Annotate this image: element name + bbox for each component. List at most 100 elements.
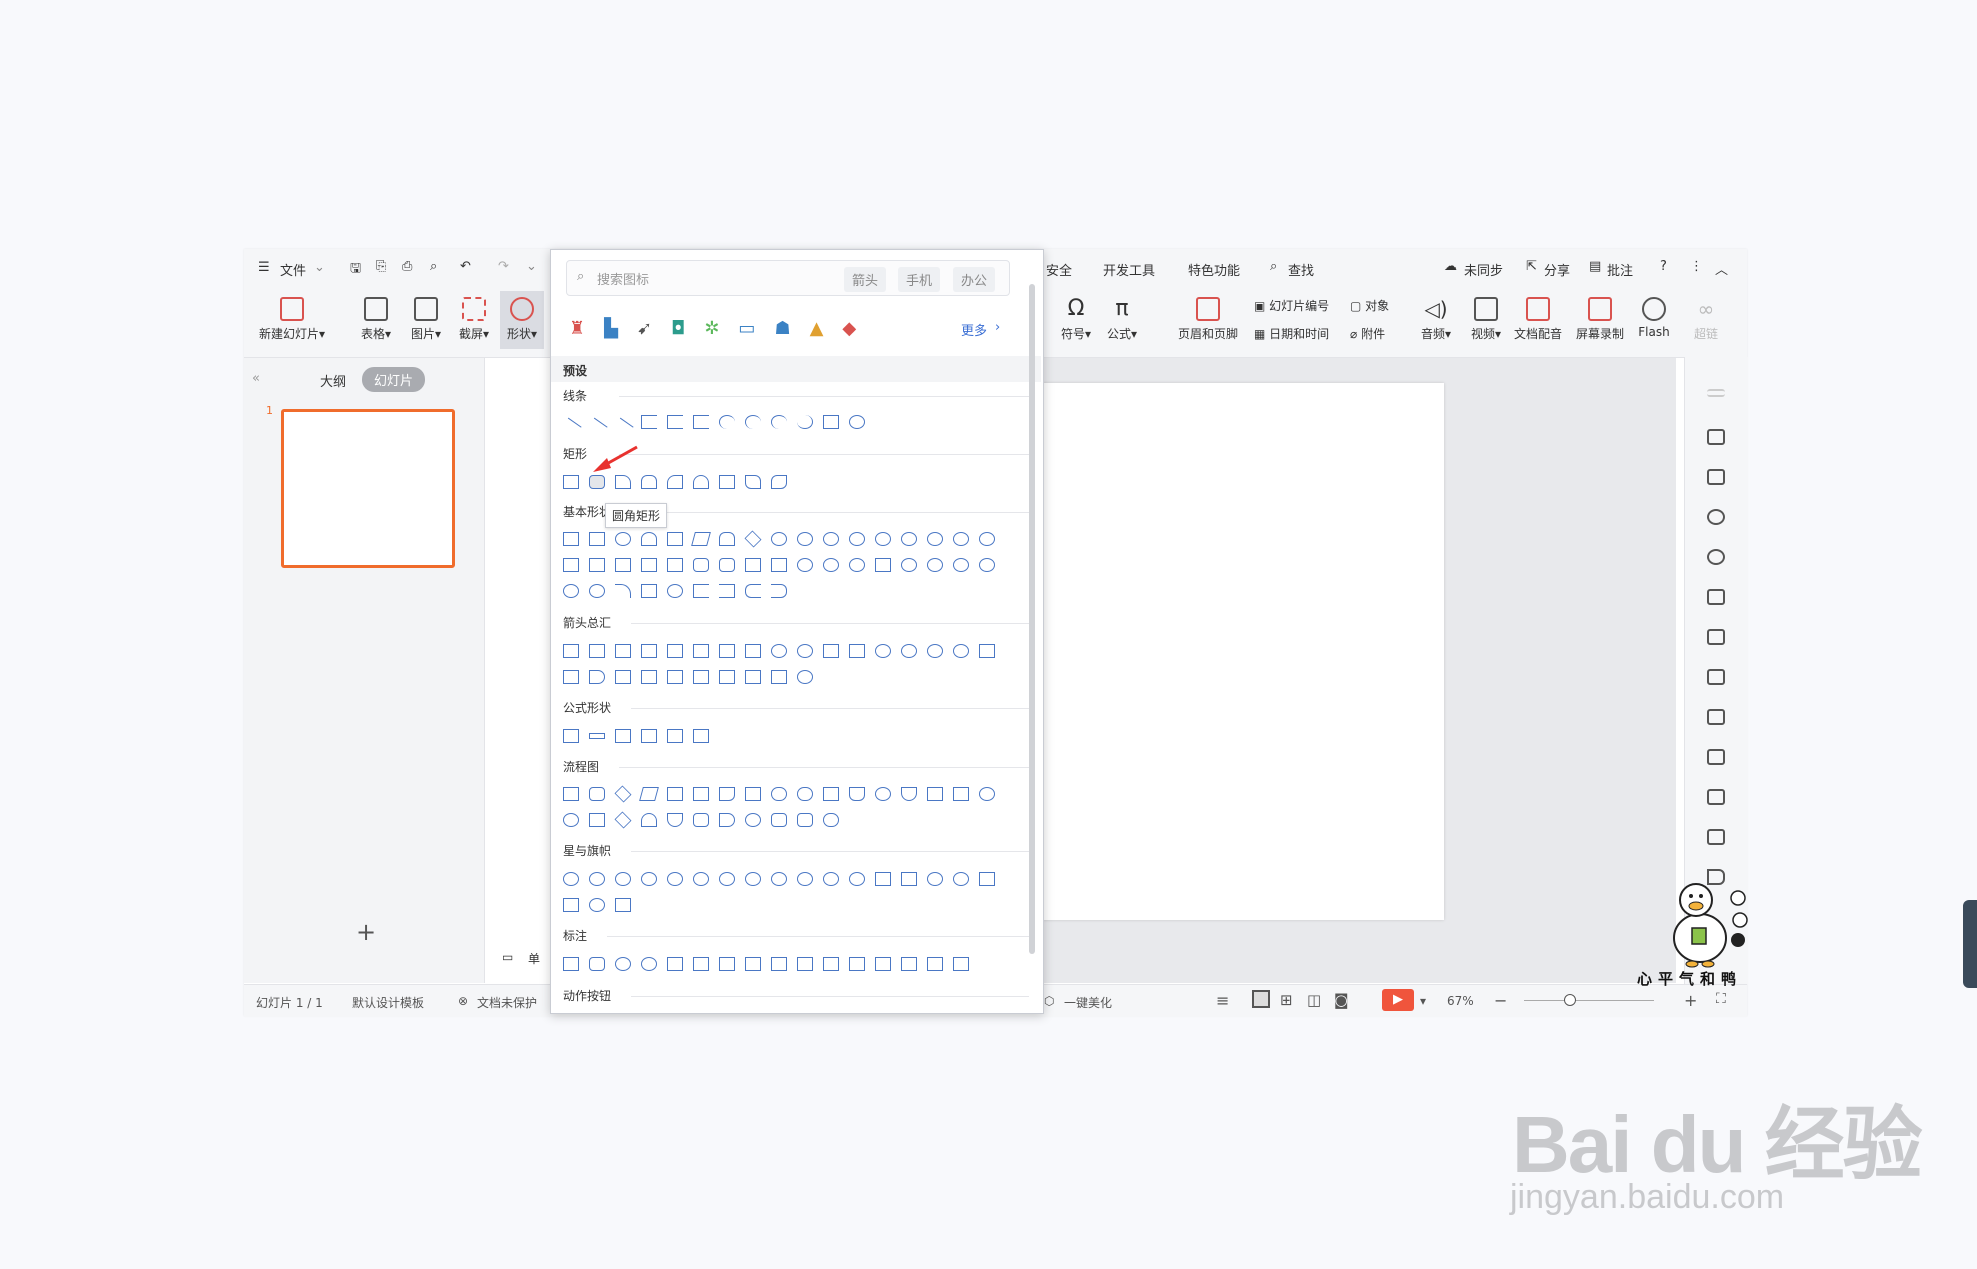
shape-line-callout-4[interactable] [745,957,761,971]
redo-icon[interactable]: ↷ [498,259,509,274]
shape-curve-arrow[interactable] [745,415,761,429]
shape-accent-callout-3[interactable] [823,957,839,971]
shape-up-arrow[interactable] [615,644,631,658]
attachment-button[interactable]: ⌀ 附件 [1350,325,1385,342]
shape-wave[interactable] [589,898,605,912]
shape-32-point-star[interactable] [849,872,865,886]
shape-oval[interactable] [615,532,631,546]
shape-predefined-process[interactable] [667,787,683,801]
help-icon[interactable]: ? [1660,259,1667,274]
view-menu-icon[interactable]: ≡ [1216,991,1229,1010]
shape-accent-callout-1[interactable] [771,957,787,971]
shape-decagon[interactable] [875,532,891,546]
shape-arrow-line[interactable] [586,417,608,439]
building-icon[interactable]: ▙ [604,318,618,339]
shape-right-arrow[interactable] [563,644,579,658]
screenshot-button[interactable]: 截屏▾ [452,297,496,342]
shape-double-brace[interactable] [667,584,683,598]
shape-half-frame[interactable] [589,558,605,572]
shape-rectangle[interactable] [563,475,579,489]
fill-icon[interactable] [1707,589,1725,605]
transition-icon[interactable] [1707,469,1725,485]
shape-line[interactable] [560,417,582,439]
shape-left-right-arrow[interactable] [667,644,683,658]
shape-down-arrow-callout[interactable] [719,670,735,684]
shape-off-page-connector[interactable] [901,787,917,801]
menu-file[interactable]: 文件 [280,260,306,279]
shape-8-point-star[interactable] [719,872,735,886]
shape-24-point-star[interactable] [823,872,839,886]
shape-rounded-rectangle[interactable] [589,475,605,489]
tab-developer[interactable]: 开发工具 [1103,260,1155,279]
hyperlink-button[interactable]: ∞ 超链 [1690,297,1722,342]
shape-manual-operation[interactable] [849,787,865,801]
fit-window-icon[interactable]: ⛶ [1716,991,1726,1007]
tag-arrow[interactable]: 箭头 [844,267,887,292]
doc-dub-button[interactable]: 文档配音 [1510,297,1566,342]
shape-lightning[interactable] [953,558,969,572]
shape-right-triangle[interactable] [667,532,683,546]
shape-trapezoid[interactable] [719,532,735,546]
collapse-ribbon-icon[interactable]: ︿ [1715,259,1728,278]
shape-5-point-star[interactable] [641,872,657,886]
print-preview-icon[interactable]: ⌕ [430,259,437,274]
shape-stored-data[interactable] [693,813,709,827]
shape-snip-round[interactable] [719,475,735,489]
shape-elbow-connector[interactable] [641,415,657,429]
shape-rect-callout[interactable] [563,957,579,971]
shape-border-callout-2[interactable] [875,957,891,971]
trophy-icon[interactable]: ♜ [569,318,585,339]
grid-icon[interactable] [1707,629,1725,645]
shape-u-turn-arrow[interactable] [797,644,813,658]
shape-internal-storage[interactable] [693,787,709,801]
video-button[interactable]: 视频▾ [1466,297,1506,342]
shape-cross[interactable] [667,558,683,572]
format-painter-icon[interactable]: ⎘ [376,259,386,274]
flash-button[interactable]: Flash [1634,297,1674,339]
shape-summing-junction[interactable] [979,787,995,801]
annotate-icon[interactable]: ▤ [1589,259,1601,274]
box-icon[interactable]: ◆ [842,318,856,339]
zoom-out-icon[interactable]: − [1494,991,1507,1010]
screen-record-button[interactable]: 屏幕录制 [1572,297,1628,342]
shape-horizontal-scroll[interactable] [563,898,579,912]
shape-right-brace[interactable] [771,584,787,598]
shape-rounded-rect-callout[interactable] [589,957,605,971]
shape-delay[interactable] [719,813,735,827]
lock-icon[interactable]: ◘ [671,318,685,339]
shape-double-arrow-line[interactable] [612,417,634,439]
shape-round-diagonal[interactable] [771,475,787,489]
shape-heptagon[interactable] [823,532,839,546]
shape-process[interactable] [563,787,579,801]
shape-triangle[interactable] [641,532,657,546]
icon-search-field[interactable]: ⌕ 搜索图标 箭头 手机 办公 [566,260,1010,296]
shape-curved-right-arrow[interactable] [875,644,891,658]
shape-vertical-text-box[interactable] [589,532,605,546]
shape-pie[interactable] [927,532,943,546]
shape-7-point-star[interactable] [693,872,709,886]
shape-6-point-star[interactable] [667,872,683,886]
shape-curved-up-arrow[interactable] [927,644,943,658]
shape-frame[interactable] [563,558,579,572]
shape-left-bracket[interactable] [693,584,709,598]
shape-right-bracket[interactable] [719,584,735,598]
shape-round-same-side[interactable] [693,475,709,489]
quick-access-chevron-icon[interactable]: ⌄ [526,259,537,274]
shape-magnetic-disk[interactable] [771,813,787,827]
shape-moon[interactable] [563,584,579,598]
shape-up-down-arrow[interactable] [693,644,709,658]
rocket-icon[interactable]: ▲ [810,318,824,339]
shape-cloud[interactable] [589,584,605,598]
sync-status[interactable]: 未同步 [1464,260,1503,279]
shape-manual-input[interactable] [823,787,839,801]
normal-view-icon[interactable] [1252,990,1270,1008]
shape-sort[interactable] [614,811,632,829]
tag-office[interactable]: 办公 [953,267,996,292]
shape-octagon[interactable] [849,532,865,546]
notes-icon[interactable]: ▭ [502,950,513,964]
formula-button[interactable]: π 公式▾ [1102,297,1142,342]
menu-icon[interactable]: ☰ [258,260,270,275]
shape-chevron[interactable] [615,670,631,684]
shape-equal[interactable] [667,729,683,743]
add-slide-button[interactable]: + [356,918,376,946]
